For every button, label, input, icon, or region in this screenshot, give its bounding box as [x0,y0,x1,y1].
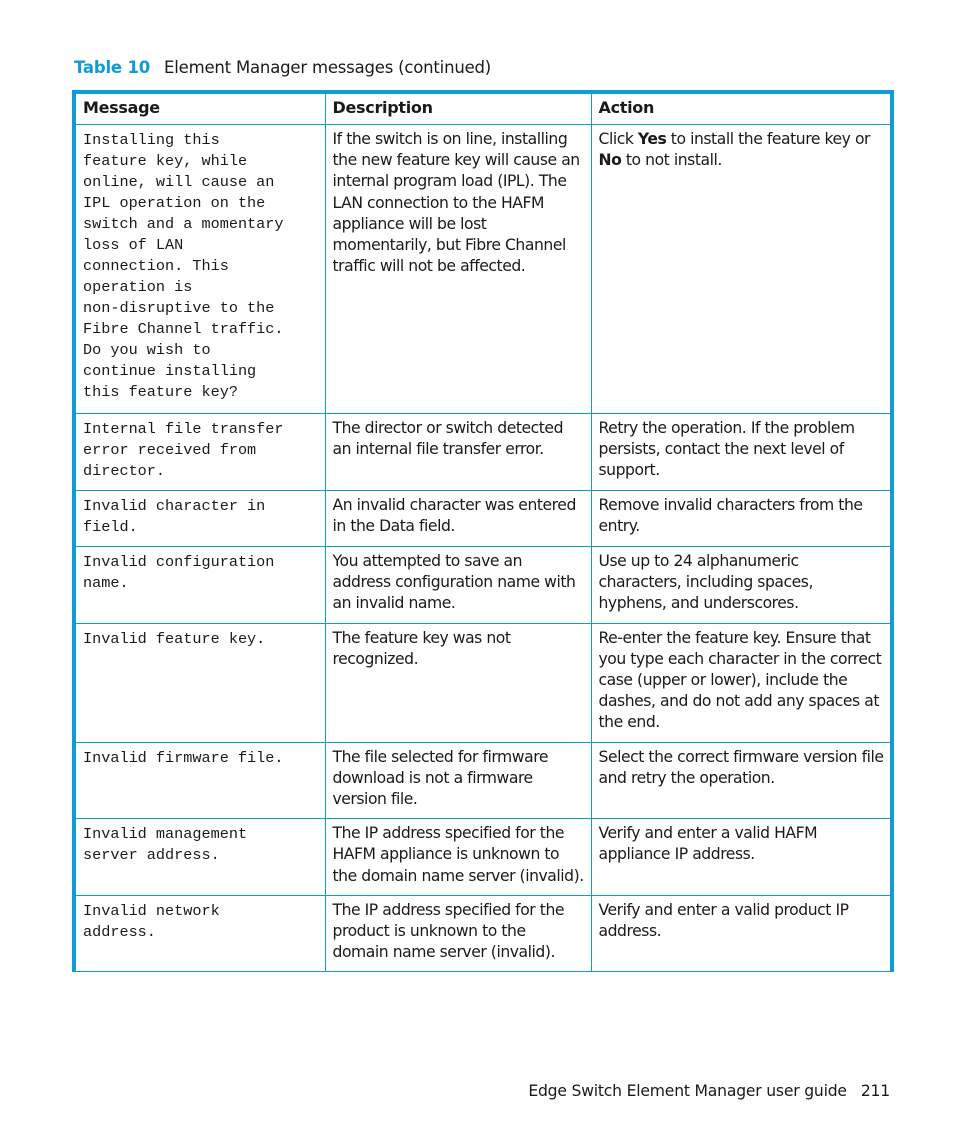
action-cell: Use up to 24 alphanumeric characters, in… [590,546,894,624]
page-number: 211 [860,1082,890,1100]
messages-table: Message Description Action Installing th… [72,90,894,973]
action-cell: Remove invalid characters from the entry… [590,490,894,547]
action-cell: Verify and enter a valid product IP addr… [590,894,894,973]
description-cell: The IP address specified for the HAFM ap… [324,818,592,896]
action-text: to install the feature key or [666,130,871,148]
message-cell: Invalid character in field. [72,490,326,547]
action-cell: Re-enter the feature key. Ensure that yo… [590,622,894,743]
table-row: Invalid firmware file. The file selected… [72,741,894,820]
table-caption: Table 10 Element Manager messages (contin… [74,58,491,77]
table-row: Invalid feature key. The feature key was… [72,622,894,743]
message-cell: Invalid configuration name. [72,546,326,624]
action-text: Click [598,130,638,148]
guide-title: Edge Switch Element Manager user guide [528,1082,847,1100]
table-row: Internal file transfer error received fr… [72,413,894,491]
no-button-label: No [598,151,622,170]
table-row: Invalid network address. The IP address … [72,894,894,973]
table-row: Invalid character in field. An invalid c… [72,490,894,547]
description-cell: If the switch is on line, installing the… [324,124,592,414]
column-header-action: Action [590,90,894,125]
table-header-row: Message Description Action [72,90,894,125]
table-number: Table 10 [74,58,151,77]
table-row: Installing this feature key, while onlin… [72,124,894,414]
description-cell: The director or switch detected an inter… [324,413,592,491]
message-cell: Invalid network address. [72,894,326,973]
action-cell: Retry the operation. If the problem pers… [590,413,894,491]
action-text: to not install. [621,151,722,170]
message-cell: Invalid feature key. [72,622,326,743]
page-footer: Edge Switch Element Manager user guide 21… [528,1082,890,1100]
message-cell: Internal file transfer error received fr… [72,413,326,491]
message-cell: Invalid firmware file. [72,741,326,820]
column-header-message: Message [72,90,326,125]
message-cell: Invalid management server address. [72,818,326,896]
description-cell: The file selected for firmware download … [324,741,592,820]
table-row: Invalid configuration name. You attempte… [72,546,894,624]
description-cell: You attempted to save an address configu… [324,546,592,624]
table-row: Invalid management server address. The I… [72,818,894,896]
yes-button-label: Yes [637,130,667,148]
table-title: Element Manager messages (continued) [164,58,492,77]
action-cell: Select the correct firmware version file… [590,741,894,820]
description-cell: The feature key was not recognized. [324,622,592,743]
description-cell: The IP address specified for the product… [324,894,592,973]
action-cell: Verify and enter a valid HAFM appliance … [590,818,894,896]
description-cell: An invalid character was entered in the … [324,490,592,547]
column-header-description: Description [324,90,592,125]
action-cell: Click Yes to install the feature key or … [590,124,894,414]
message-cell: Installing this feature key, while onlin… [72,124,326,414]
